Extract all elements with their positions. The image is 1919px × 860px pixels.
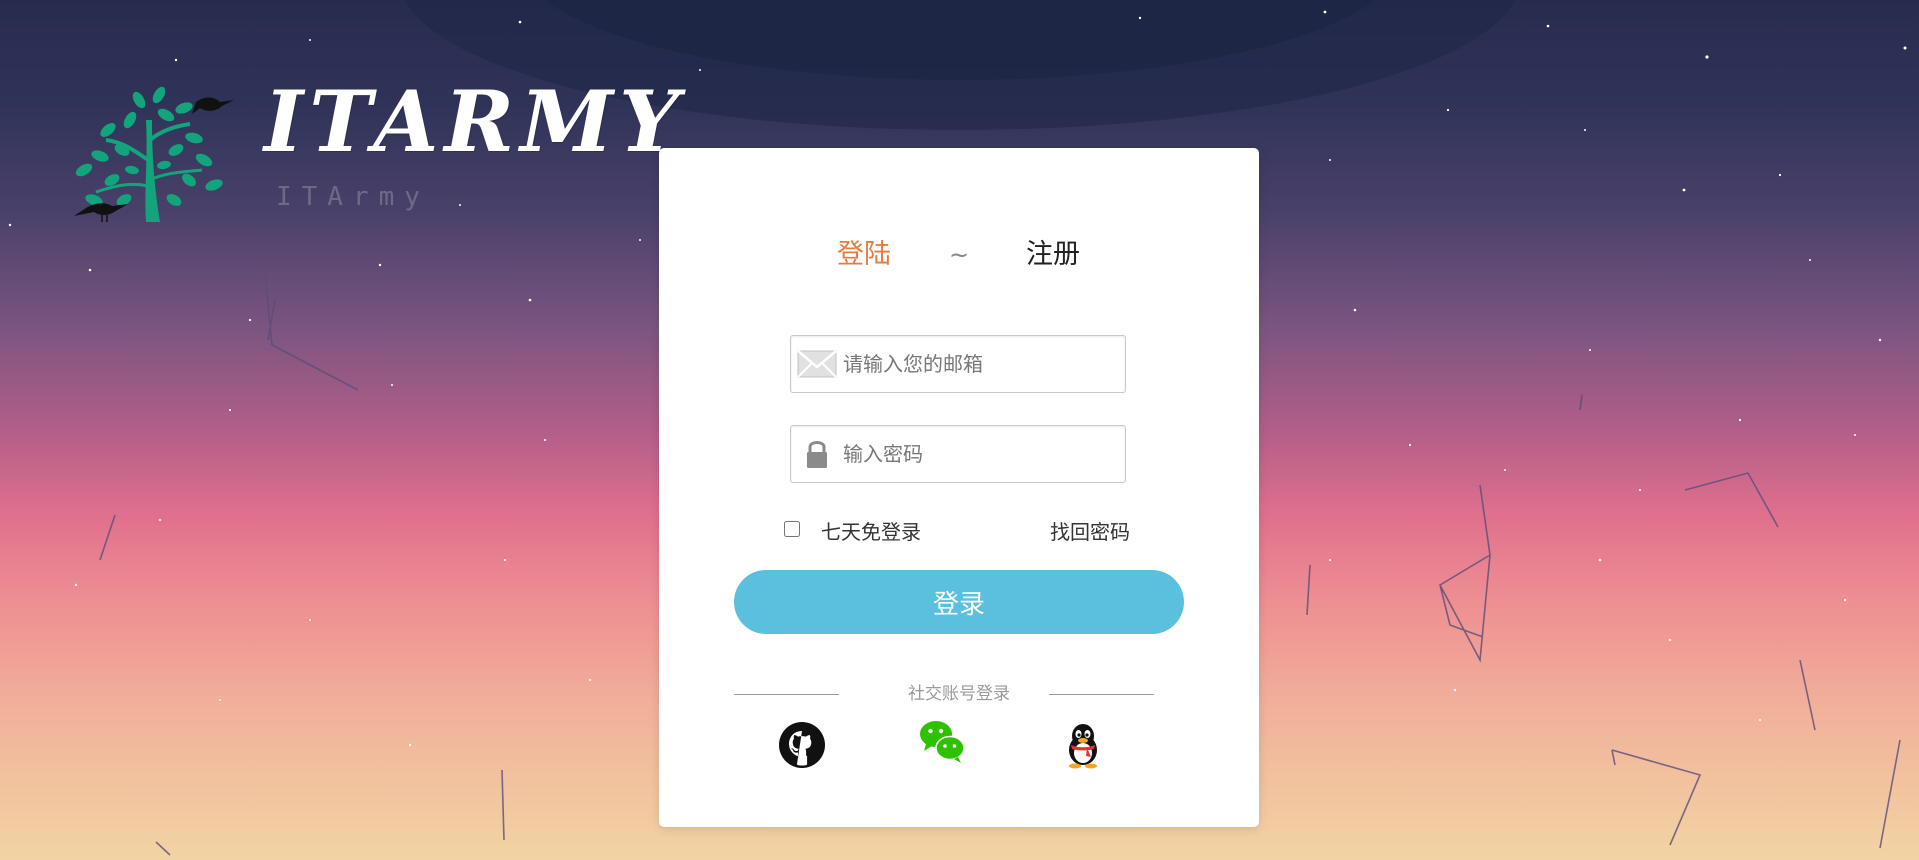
envelope-icon <box>797 350 837 378</box>
tab-login[interactable]: 登陆 <box>837 235 891 275</box>
remember-label[interactable]: 七天免登录 <box>821 517 921 547</box>
tab-register[interactable]: 注册 <box>1026 235 1080 275</box>
auth-card: 登陆 ~ 注册 七天免登录 找回密码 登录 <box>659 148 1259 827</box>
qq-penguin-icon[interactable] <box>1058 720 1108 770</box>
brand-subtitle: ITArmy <box>276 182 430 212</box>
tree-with-birds-logo-icon <box>74 86 234 222</box>
login-button[interactable]: 登录 <box>734 570 1184 634</box>
github-icon[interactable] <box>777 720 827 770</box>
brand-logo: ITARMY ITArmy <box>44 60 679 235</box>
wechat-icon[interactable] <box>918 716 968 766</box>
auth-tabs: 登陆 ~ 注册 <box>659 235 1259 275</box>
tab-separator: ~ <box>949 241 970 269</box>
remember-checkbox[interactable] <box>784 521 800 537</box>
password-field <box>790 425 1126 483</box>
email-field <box>790 335 1126 393</box>
remember-me: 七天免登录 <box>784 517 954 547</box>
password-input[interactable] <box>843 436 1113 472</box>
forgot-password-link[interactable]: 找回密码 <box>1050 517 1130 547</box>
brand-name: ITARMY <box>264 72 686 171</box>
email-input[interactable] <box>843 346 1113 382</box>
lock-icon <box>807 441 827 468</box>
login-page: ITARMY ITArmy 登陆 ~ 注册 请输入您的邮箱 七天免登录 找回密码… <box>0 0 1919 860</box>
divider-right <box>1049 694 1154 695</box>
